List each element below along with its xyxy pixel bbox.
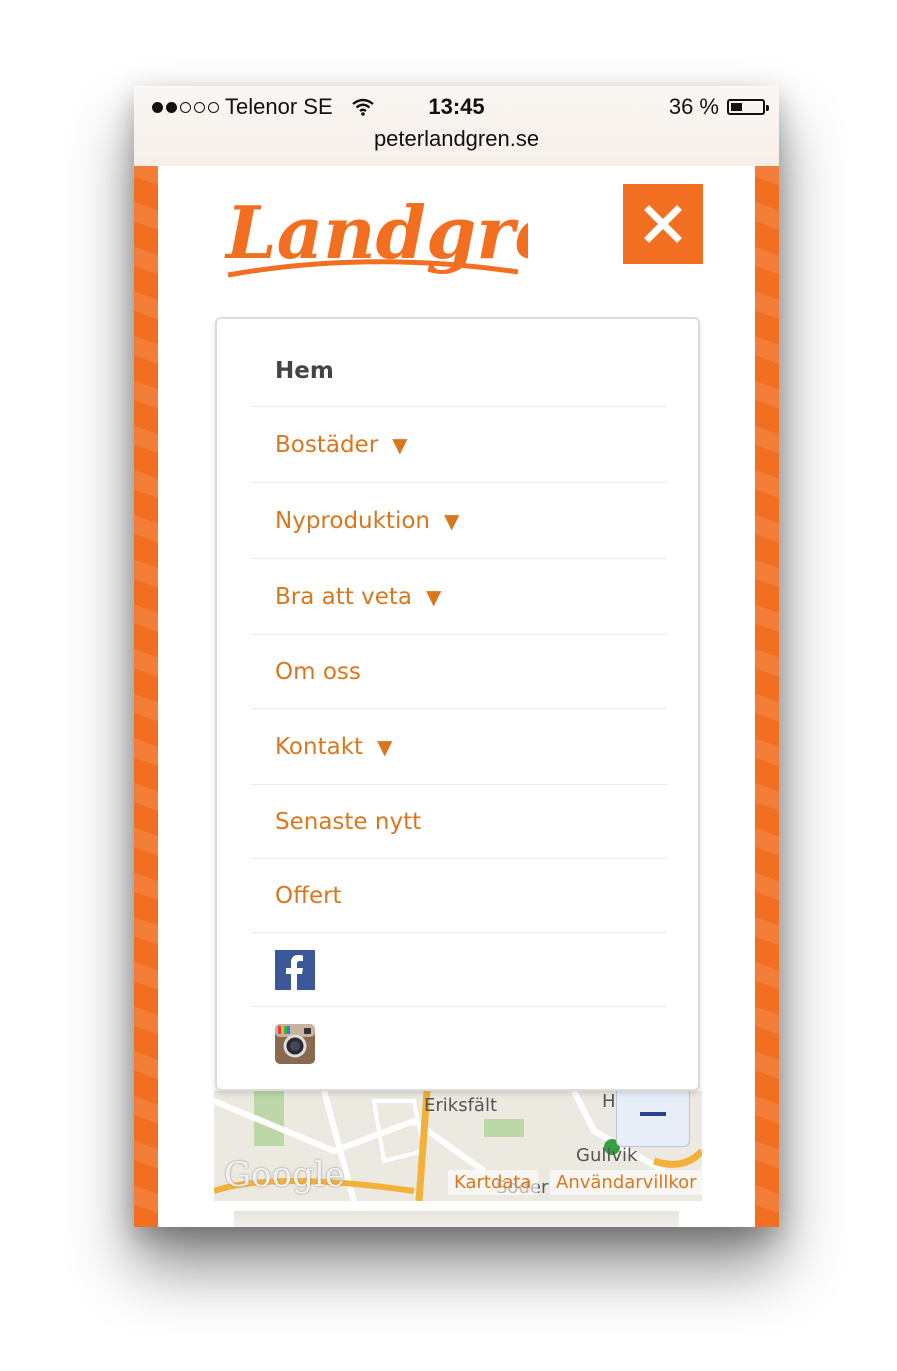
- menu-item-kontakt[interactable]: Kontakt ▼: [251, 709, 667, 785]
- orange-side-border-right: [755, 166, 779, 1227]
- menu-item-label: Hem: [275, 357, 334, 384]
- map-label-eriksfalt: Eriksfält: [424, 1095, 498, 1116]
- menu-item-label: Kontakt: [275, 733, 364, 760]
- menu-item-label: Om oss: [275, 658, 361, 685]
- orange-side-border-left: [134, 166, 158, 1227]
- menu-item-label: Bra att veta: [275, 583, 412, 610]
- menu-item-bostader[interactable]: Bostäder ▼: [251, 407, 667, 483]
- menu-item-label: Bostäder: [275, 431, 379, 458]
- page-content: Landgren Eriksfält Gullvik: [158, 166, 755, 1227]
- menu-item-label: Senaste nytt: [275, 808, 422, 835]
- google-watermark: Google: [224, 1155, 345, 1195]
- phone-screen: Telenor SE 13:45 36 % peterlandgren.se L…: [134, 86, 779, 1227]
- menu-item-bra-att-veta[interactable]: Bra att veta ▼: [251, 559, 667, 635]
- menu-item-label: Nyproduktion: [275, 507, 430, 534]
- battery-percent: 36 %: [668, 94, 719, 119]
- menu-item-label: Offert: [275, 882, 342, 909]
- close-x-icon: [644, 205, 682, 243]
- menu-item-senaste-nytt[interactable]: Senaste nytt: [251, 785, 667, 859]
- close-menu-button[interactable]: [623, 184, 703, 264]
- map[interactable]: Eriksfält Gullvik Söder H Google Kartdat…: [214, 1091, 702, 1201]
- dropdown-arrow-icon: ▼: [377, 734, 393, 759]
- menu-item-instagram[interactable]: [251, 1007, 667, 1081]
- map-kartdata-link[interactable]: Kartdata: [448, 1170, 538, 1195]
- status-bar: Telenor SE 13:45 36 % peterlandgren.se: [134, 86, 779, 167]
- dropdown-arrow-icon: ▼: [392, 432, 408, 457]
- menu-item-facebook[interactable]: [251, 933, 667, 1007]
- minus-icon: [640, 1112, 666, 1116]
- menu-item-offert[interactable]: Offert: [251, 859, 667, 933]
- menu-item-om-oss[interactable]: Om oss: [251, 635, 667, 709]
- dropdown-arrow-icon: ▼: [444, 508, 460, 533]
- address-bar-url[interactable]: peterlandgren.se: [134, 126, 779, 152]
- battery-icon: [727, 99, 769, 115]
- map-zoom-out-button[interactable]: [616, 1091, 690, 1147]
- instagram-icon[interactable]: [275, 1024, 315, 1064]
- menu-item-hem[interactable]: Hem: [251, 335, 667, 407]
- dropdown-arrow-icon: ▼: [425, 584, 442, 609]
- facebook-icon[interactable]: [275, 949, 315, 990]
- landgren-logo[interactable]: Landgren: [218, 180, 528, 290]
- bottom-image-strip: [234, 1211, 679, 1227]
- map-label-h: H: [602, 1091, 616, 1112]
- map-terms-link[interactable]: Användarvillkor: [550, 1170, 702, 1195]
- menu-item-nyproduktion[interactable]: Nyproduktion ▼: [251, 483, 667, 559]
- status-right: 36 %: [668, 94, 769, 120]
- map-label-gullvik: Gullvik: [576, 1145, 638, 1166]
- navigation-menu: Hem Bostäder ▼ Nyproduktion ▼ Bra att ve…: [215, 317, 700, 1091]
